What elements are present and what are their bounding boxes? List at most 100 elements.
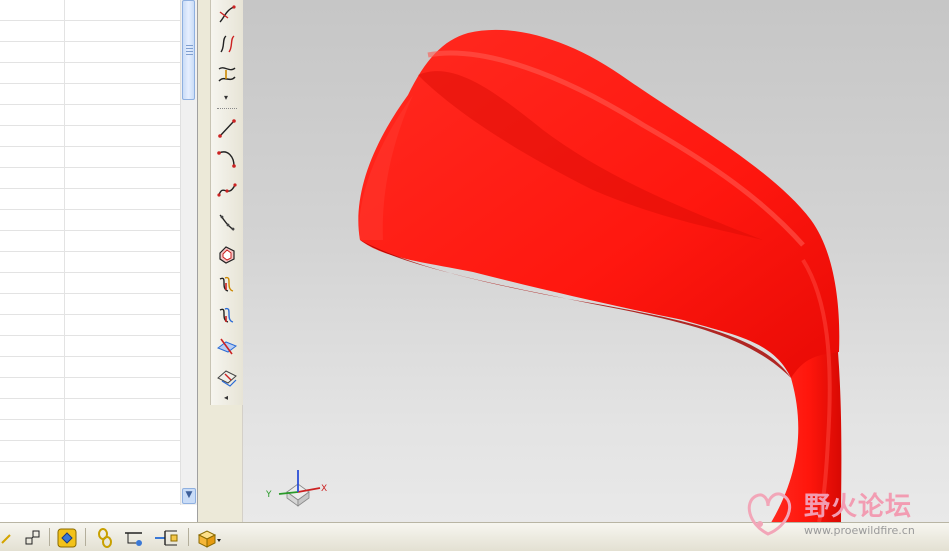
table-cell[interactable] <box>65 462 180 482</box>
table-cell[interactable] <box>0 315 65 335</box>
curve-split-icon[interactable] <box>215 32 239 56</box>
table-row[interactable] <box>0 336 180 357</box>
table-row[interactable] <box>0 210 180 231</box>
table-cell[interactable] <box>0 420 65 440</box>
pane-splitter[interactable] <box>198 0 210 522</box>
table-row[interactable] <box>0 252 180 273</box>
table-cell[interactable] <box>65 210 180 230</box>
table-cell[interactable] <box>65 63 180 83</box>
section-curve-icon[interactable] <box>215 365 239 389</box>
table-row[interactable] <box>0 273 180 294</box>
table-row[interactable] <box>0 231 180 252</box>
table-row[interactable] <box>0 462 180 483</box>
table-cell[interactable] <box>65 315 180 335</box>
table-cell[interactable] <box>65 336 180 356</box>
table-cell[interactable] <box>65 357 180 377</box>
table-cell[interactable] <box>0 357 65 377</box>
graphics-viewport[interactable]: X Y <box>243 0 949 522</box>
table-cell[interactable] <box>0 126 65 146</box>
table-cell[interactable] <box>0 252 65 272</box>
curve-trim-icon[interactable] <box>215 3 239 27</box>
view-style-icon[interactable] <box>194 527 224 549</box>
table-cell[interactable] <box>0 441 65 461</box>
table-cell[interactable] <box>65 126 180 146</box>
table-cell[interactable] <box>0 189 65 209</box>
table-cell[interactable] <box>0 168 65 188</box>
offset-curve-icon[interactable] <box>215 272 239 296</box>
curve-through-points-icon[interactable] <box>215 210 239 234</box>
table-row[interactable] <box>0 441 180 462</box>
table-cell[interactable] <box>0 147 65 167</box>
table-row[interactable] <box>0 504 180 522</box>
table-cell[interactable] <box>0 378 65 398</box>
table-cell[interactable] <box>65 273 180 293</box>
table-cell[interactable] <box>65 399 180 419</box>
scroll-down-button[interactable]: ▼ <box>182 488 196 504</box>
table-cell[interactable] <box>0 231 65 251</box>
table-cell[interactable] <box>65 483 180 503</box>
table-cell[interactable] <box>65 42 180 62</box>
table-cell[interactable] <box>65 84 180 104</box>
table-cell[interactable] <box>0 399 65 419</box>
table-cell[interactable] <box>0 336 65 356</box>
line-icon[interactable] <box>215 116 239 140</box>
arc-icon[interactable] <box>215 146 239 170</box>
table-row[interactable] <box>0 294 180 315</box>
table-cell[interactable] <box>65 294 180 314</box>
table-cell[interactable] <box>0 21 65 41</box>
curve-blend-icon[interactable] <box>215 62 239 86</box>
table-cell[interactable] <box>65 0 180 20</box>
table-cell[interactable] <box>65 105 180 125</box>
table-row[interactable] <box>0 63 180 84</box>
plane-intersect-icon[interactable] <box>215 334 239 358</box>
chain-link-icon[interactable] <box>94 527 116 549</box>
table-cell[interactable] <box>65 231 180 251</box>
table-cell[interactable] <box>0 0 65 20</box>
table-cell[interactable] <box>0 504 65 522</box>
table-cell[interactable] <box>65 441 180 461</box>
table-row[interactable] <box>0 357 180 378</box>
table-row[interactable] <box>0 378 180 399</box>
table-cell[interactable] <box>0 63 65 83</box>
constraint-icon[interactable] <box>22 527 44 549</box>
table-row[interactable] <box>0 21 180 42</box>
table-row[interactable] <box>0 42 180 63</box>
table-cell[interactable] <box>65 420 180 440</box>
table-cell[interactable] <box>65 252 180 272</box>
material-icon[interactable] <box>55 527 79 549</box>
table-cell[interactable] <box>0 273 65 293</box>
table-cell[interactable] <box>65 168 180 188</box>
table-row[interactable] <box>0 189 180 210</box>
table-cell[interactable] <box>65 378 180 398</box>
sketch-icon[interactable] <box>121 527 147 549</box>
toolbar-arrow-icon[interactable]: ▾ <box>224 93 228 102</box>
table-row[interactable] <box>0 105 180 126</box>
table-row[interactable] <box>0 168 180 189</box>
table-row[interactable] <box>0 315 180 336</box>
table-vertical-scrollbar[interactable]: ▼ <box>180 0 197 505</box>
table-cell[interactable] <box>65 147 180 167</box>
project-curve-icon[interactable] <box>215 303 239 327</box>
table-cell[interactable] <box>0 42 65 62</box>
table-cell[interactable] <box>0 210 65 230</box>
table-cell[interactable] <box>0 294 65 314</box>
table-cell[interactable] <box>65 504 180 522</box>
golf-iron-model[interactable] <box>243 0 949 522</box>
table-row[interactable] <box>0 420 180 441</box>
boundary-curve-icon[interactable] <box>215 242 239 266</box>
table-row[interactable] <box>0 126 180 147</box>
table-row[interactable] <box>0 84 180 105</box>
spline-icon[interactable] <box>215 178 239 202</box>
table-cell[interactable] <box>0 84 65 104</box>
table-cell[interactable] <box>0 462 65 482</box>
table-cell[interactable] <box>65 21 180 41</box>
flow-icon[interactable] <box>152 527 182 549</box>
dimension-icon[interactable] <box>0 527 12 549</box>
table-row[interactable] <box>0 483 180 504</box>
table-row[interactable] <box>0 147 180 168</box>
toolbar-overflow-icon[interactable]: ◂ <box>224 393 228 402</box>
table-row[interactable] <box>0 399 180 420</box>
table-cell[interactable] <box>0 483 65 503</box>
scrollbar-thumb[interactable] <box>182 0 195 100</box>
table-cell[interactable] <box>65 189 180 209</box>
